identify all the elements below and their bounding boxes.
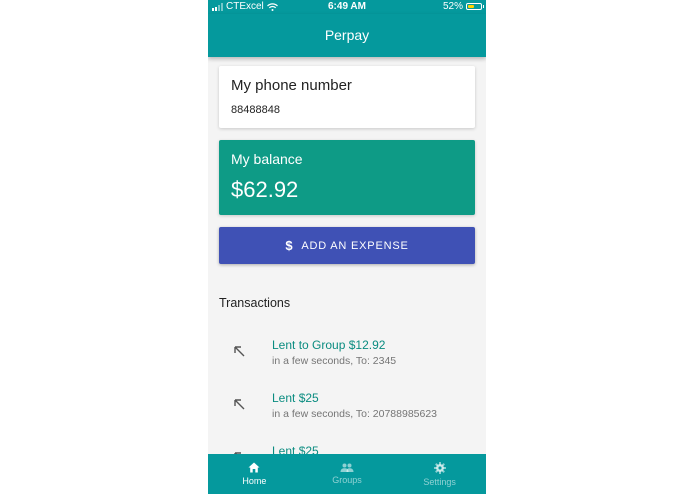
groups-icon	[340, 463, 354, 472]
phone-number-value: 88488848	[231, 104, 280, 116]
add-expense-label: ADD AN EXPENSE	[301, 239, 409, 252]
add-expense-button[interactable]: $ ADD AN EXPENSE	[219, 227, 475, 264]
transaction-subtitle: in a few seconds, To: 20788985623	[272, 408, 438, 420]
nav-groups-label: Groups	[332, 475, 362, 485]
transaction-subtitle: in a few seconds, To: 2345	[272, 355, 397, 367]
app-screen: CTExcel 6:49 AM 52% Perpay My phone numb…	[208, 0, 486, 494]
settings-icon	[433, 461, 446, 474]
battery-level	[468, 5, 475, 8]
app-title: Perpay	[324, 27, 370, 43]
phone-number-card: My phone number 88488848	[219, 66, 475, 128]
battery-icon	[466, 3, 484, 10]
balance-amount: $62.92	[231, 177, 299, 202]
battery-percent: 52%	[442, 1, 463, 12]
nav-groups[interactable]: Groups	[301, 454, 394, 494]
app-bar: Perpay	[208, 14, 486, 57]
balance-title: My balance	[231, 151, 303, 167]
transaction-title: Lent $25	[272, 391, 319, 405]
nav-settings-label: Settings	[423, 476, 456, 487]
status-right: 52%	[442, 1, 484, 12]
arrow-up-left-icon	[234, 346, 245, 357]
home-icon	[248, 462, 260, 473]
nav-settings[interactable]: Settings	[393, 454, 486, 494]
arrow-up-left-icon	[234, 399, 245, 410]
transaction-item[interactable]: Lent $25 in a few seconds, To: 207889856…	[208, 391, 486, 431]
status-bar: CTExcel 6:49 AM 52%	[208, 0, 486, 14]
transaction-item[interactable]: Lent to Group $12.92 in a few seconds, T…	[208, 338, 486, 378]
nav-home-label: Home	[242, 476, 267, 486]
transactions-heading: Transactions	[219, 296, 291, 310]
nav-home[interactable]: Home	[208, 454, 301, 494]
balance-card: My balance $62.92	[219, 140, 475, 215]
transaction-title: Lent to Group $12.92	[272, 338, 386, 352]
phone-card-title: My phone number	[231, 77, 352, 94]
dollar-icon: $	[285, 238, 294, 253]
bottom-nav: Home Groups Settings	[208, 454, 486, 494]
